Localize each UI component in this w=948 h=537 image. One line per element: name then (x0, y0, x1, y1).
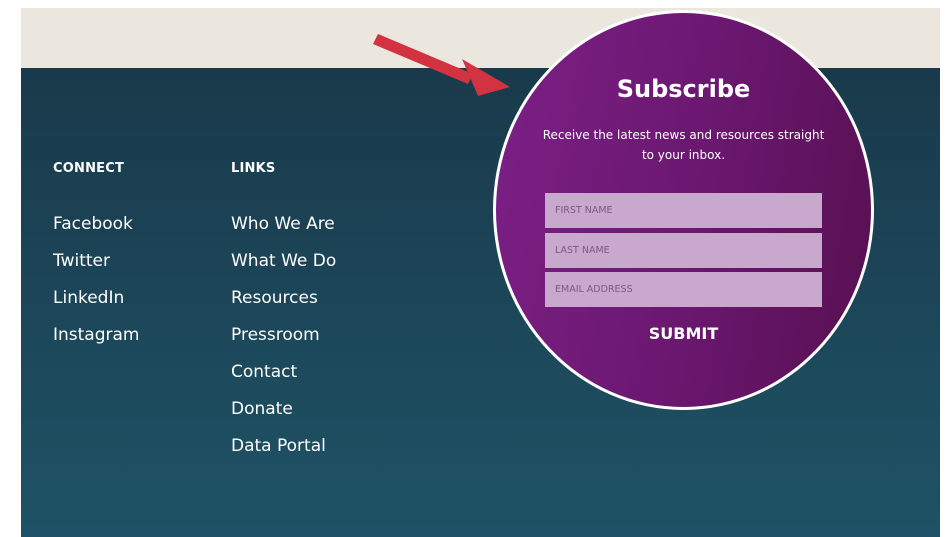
nav-link-data-portal[interactable]: Data Portal (231, 435, 336, 472)
nav-link-who-we-are[interactable]: Who We Are (231, 213, 336, 250)
nav-link-resources[interactable]: Resources (231, 287, 336, 324)
connect-link-facebook[interactable]: Facebook (53, 213, 140, 250)
links-heading: LINKS (231, 161, 276, 176)
connect-link-instagram[interactable]: Instagram (53, 324, 140, 361)
connect-list: Facebook Twitter LinkedIn Instagram (53, 213, 140, 361)
connect-link-linkedin[interactable]: LinkedIn (53, 287, 140, 324)
connect-heading: CONNECT (53, 161, 125, 176)
nav-link-pressroom[interactable]: Pressroom (231, 324, 336, 361)
nav-link-donate[interactable]: Donate (231, 398, 336, 435)
submit-button[interactable]: SUBMIT (616, 320, 751, 346)
nav-link-what-we-do[interactable]: What We Do (231, 250, 336, 287)
first-name-field[interactable] (545, 193, 822, 228)
nav-link-contact[interactable]: Contact (231, 361, 336, 398)
last-name-field[interactable] (545, 233, 822, 268)
subscribe-title: Subscribe (616, 75, 751, 103)
connect-link-twitter[interactable]: Twitter (53, 250, 140, 287)
email-field[interactable] (545, 272, 822, 307)
subscribe-circle: Subscribe Receive the latest news and re… (493, 10, 874, 410)
subscribe-description: Receive the latest news and resources st… (542, 128, 825, 162)
page: CONNECT Facebook Twitter LinkedIn Instag… (21, 8, 940, 537)
links-list: Who We Are What We Do Resources Pressroo… (231, 213, 336, 472)
